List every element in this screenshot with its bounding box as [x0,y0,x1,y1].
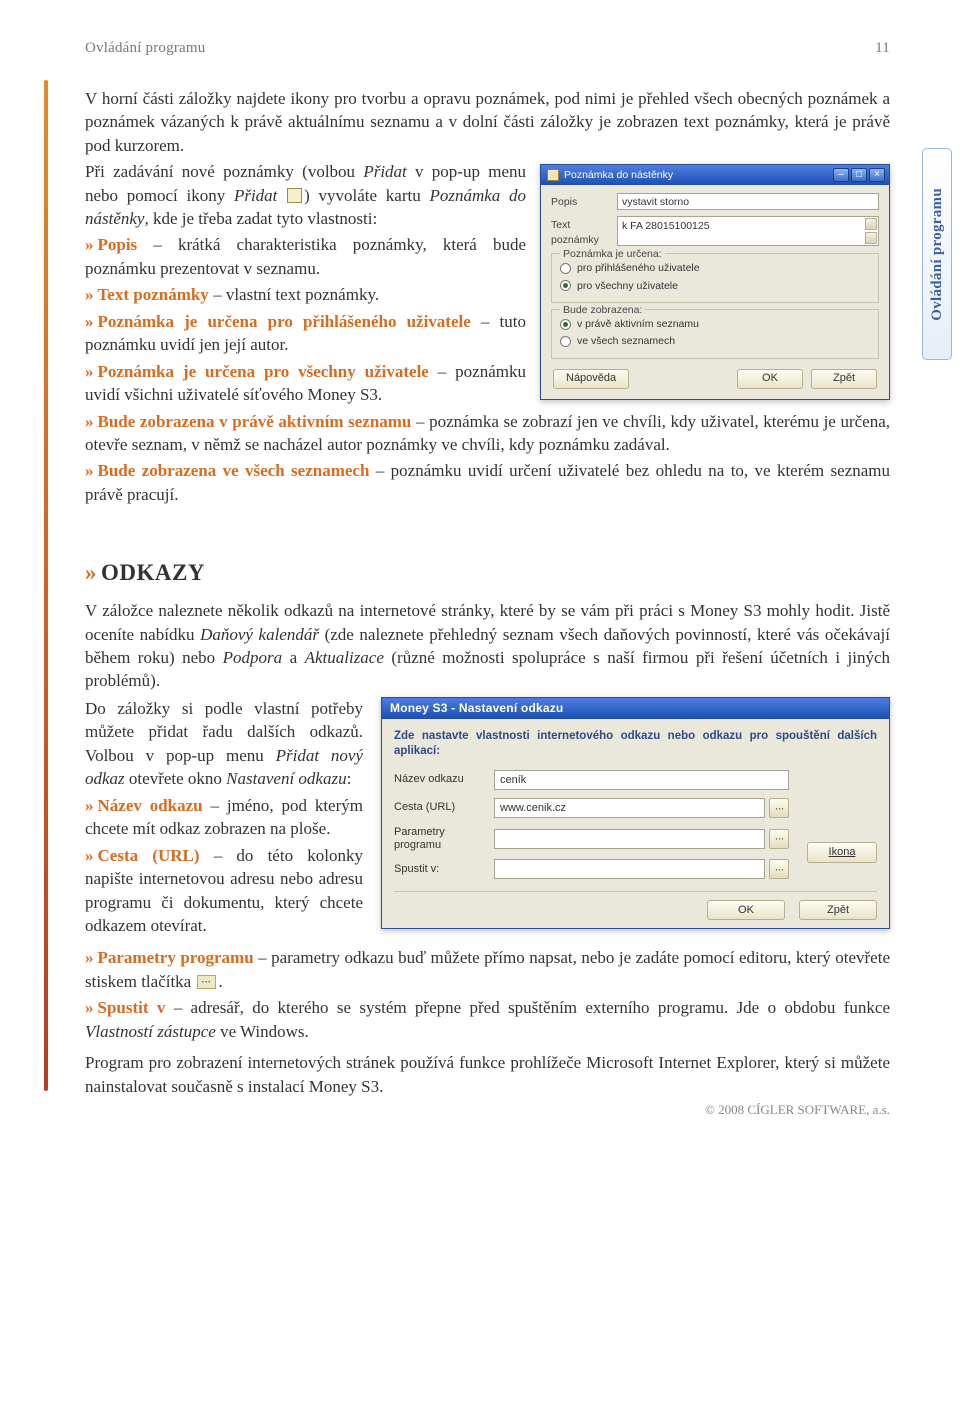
opt-prihlaseny[interactable]: pro přihlášeného uživatele [560,261,870,275]
radio-icon [560,280,571,291]
input-popis[interactable]: vystavit storno [617,193,879,210]
window-nastaveni-odkazu: Money S3 - Nastavení odkazu Zde nastavte… [381,697,890,929]
group-urcena-title: Poznámka je určena: [560,247,665,261]
titlebar[interactable]: Poznámka do nástěnky – □ × [541,165,889,185]
close-icon[interactable]: × [869,168,885,182]
input-spustit-v[interactable] [494,859,765,879]
side-tab: Ovládání programu [922,148,952,360]
bullet-spustit-v: »Spustit v – adresář, do kterého se syst… [85,996,890,1043]
opt-vsechny-seznamy[interactable]: ve všech seznamech [560,334,870,348]
browse-button[interactable]: ··· [769,829,789,849]
back-button[interactable]: Zpět [799,900,877,920]
window-poznamka: Poznámka do nástěnky – □ × Popis vystavi… [540,164,890,400]
page-number: 11 [875,38,890,59]
label-text-poznamky: Text poznámky [551,216,609,247]
titlebar[interactable]: Money S3 - Nastavení odkazu [382,698,889,719]
back-button[interactable]: Zpět [811,369,877,389]
odkazy-final: Program pro zobrazení internetových strá… [85,1051,890,1098]
input-cesta-url[interactable]: www.cenik.cz [494,798,765,818]
accent-bar [44,80,48,1091]
window-title: Poznámka do nástěnky [564,168,828,182]
win2-intro: Zde nastavte vlastnosti internetového od… [394,729,877,760]
opt-vsechny[interactable]: pro všechny uživatele [560,279,870,293]
textarea-value: k FA 28015100125 [622,220,710,232]
group-zobrazena-title: Bude zobrazena: [560,303,645,317]
help-button[interactable]: Nápověda [553,369,629,389]
label-nazev-odkazu: Název odkazu [394,772,484,787]
side-tab-label: Ovládání programu [927,188,948,321]
add-note-icon [287,188,302,203]
maximize-icon[interactable]: □ [851,168,867,182]
input-parametry[interactable] [494,829,765,849]
radio-icon [560,319,571,330]
group-zobrazena: Bude zobrazena: v právě aktivním seznamu… [551,309,879,359]
scroll-down-icon[interactable] [865,232,877,244]
opt-prihlaseny-label: pro přihlášeného uživatele [577,261,700,275]
radio-icon [560,336,571,347]
bullet-vsechny-seznamy: »Bude zobrazena ve všech seznamech – poz… [85,459,890,506]
section-odkazy-title: »ODKAZY [85,557,890,589]
radio-icon [560,263,571,274]
bullet-cesta-url: »Cesta (URL) – do této kolonky napište i… [85,844,363,938]
ok-button[interactable]: OK [707,900,785,920]
scroll-up-icon[interactable] [865,218,877,230]
minimize-icon[interactable]: – [833,168,849,182]
running-head: Ovládání programu 11 [85,38,890,59]
opt-vsechny-seznamy-label: ve všech seznamech [577,334,675,348]
window-title: Money S3 - Nastavení odkazu [390,700,563,717]
ellipsis-button-icon [197,975,216,989]
group-urcena: Poznámka je určena: pro přihlášeného uži… [551,253,879,303]
opt-vsechny-label: pro všechny uživatele [577,279,678,293]
browse-button[interactable]: ··· [769,859,789,879]
opt-aktivni-label: v právě aktivním seznamu [577,317,699,331]
footer-copyright: © 2008 CÍGLER SOFTWARE, a.s. [705,1101,890,1119]
running-head-title: Ovládání programu [85,38,205,59]
odkazy-left-intro: Do záložky si podle vlastní potřeby může… [85,697,363,791]
opt-aktivni-seznam[interactable]: v právě aktivním seznamu [560,317,870,331]
bullet-nazev-odkazu: »Název odkazu – jméno, pod kterým chcete… [85,794,363,841]
ikona-button[interactable]: Ikona [807,842,877,863]
odkazy-intro: V záložce naleznete několik odkazů na in… [85,599,890,693]
ok-button[interactable]: OK [737,369,803,389]
label-cesta-url: Cesta (URL) [394,800,484,815]
label-popis: Popis [551,193,609,209]
label-spustit-v: Spustit v: [394,862,484,877]
bullet-aktivni: »Bude zobrazena v právě aktivním seznamu… [85,410,890,457]
label-parametry: Parametry programu [394,826,484,851]
intro-paragraph: V horní části záložky najdete ikony pro … [85,87,890,157]
bullet-parametry: »Parametry programu – parametry odkazu b… [85,946,890,993]
note-icon [547,169,559,181]
textarea-poznamky[interactable]: k FA 28015100125 [617,216,879,246]
browse-button[interactable]: ··· [769,798,789,818]
input-nazev-odkazu[interactable]: ceník [494,770,789,790]
